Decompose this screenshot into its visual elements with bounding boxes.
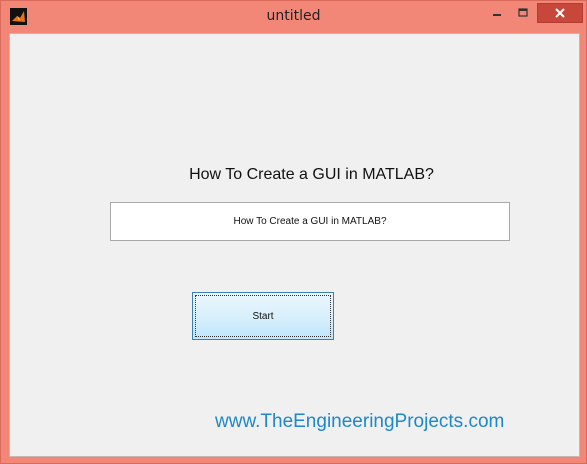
edit-text-field[interactable]: How To Create a GUI in MATLAB? (110, 202, 510, 241)
static-text-heading: How To Create a GUI in MATLAB? (189, 166, 434, 183)
close-icon (555, 8, 565, 18)
figure-canvas: How To Create a GUI in MATLAB? How To Cr… (9, 33, 580, 457)
maximize-icon (518, 8, 528, 17)
maximize-button[interactable] (511, 3, 535, 23)
minimize-button[interactable] (485, 3, 509, 23)
start-button[interactable]: Start (192, 292, 334, 340)
matlab-figure-window: untitled How To Create a GUI in MATLAB? … (0, 0, 587, 464)
close-button[interactable] (537, 3, 583, 23)
website-watermark: www.TheEngineeringProjects.com (215, 411, 505, 432)
edit-text-value: How To Create a GUI in MATLAB? (233, 216, 387, 227)
title-bar[interactable]: untitled (1, 1, 586, 33)
minimize-icon (493, 14, 501, 16)
focus-rectangle (195, 295, 331, 337)
